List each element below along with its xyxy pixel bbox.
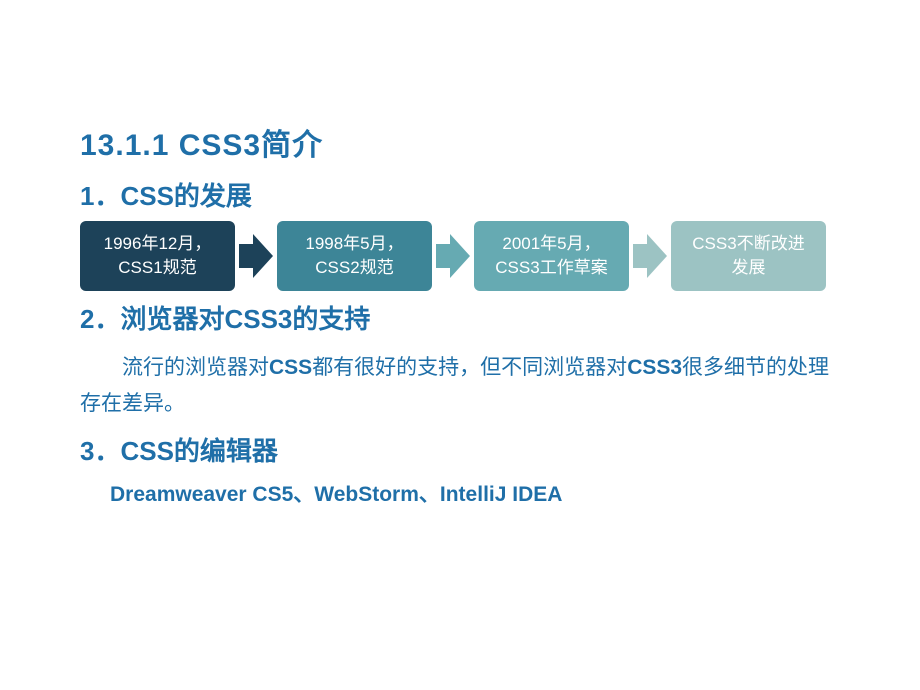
arrow-icon <box>436 234 470 278</box>
flow-box-1-line1: 1996年12月， <box>104 232 212 256</box>
flow-box-2-line2: CSS2规范 <box>315 256 393 280</box>
flow-box-4-line2: 发展 <box>732 256 766 280</box>
flow-box-4: CSS3不断改进 发展 <box>671 221 826 291</box>
body-bold1: CSS <box>269 356 312 379</box>
section2-body: 流行的浏览器对CSS都有很好的支持，但不同浏览器对CSS3很多细节的处理存在差异… <box>80 350 840 421</box>
arrow-icon <box>633 234 667 278</box>
flow-box-1-line2: CSS1规范 <box>118 256 196 280</box>
body-bold2: CSS3 <box>627 356 682 379</box>
section2-heading: 2．浏览器对CSS3的支持 <box>80 299 840 336</box>
flow-box-3-line2: CSS3工作草案 <box>495 256 607 280</box>
flow-box-1: 1996年12月， CSS1规范 <box>80 221 235 291</box>
flow-box-2: 1998年5月， CSS2规范 <box>277 221 432 291</box>
slide-title: 13.1.1 CSS3简介 <box>80 120 840 164</box>
flow-box-3: 2001年5月， CSS3工作草案 <box>474 221 629 291</box>
section3-heading: 3．CSS的编辑器 <box>80 431 840 468</box>
section1-heading: 1．CSS的发展 <box>80 176 840 213</box>
flow-box-4-line1: CSS3不断改进 <box>692 232 804 256</box>
editor-list: Dreamweaver CS5、WebStorm、IntelliJ IDEA <box>110 478 840 508</box>
body-mid: 都有很好的支持，但不同浏览器对 <box>312 356 627 379</box>
timeline-flow: 1996年12月， CSS1规范 1998年5月， CSS2规范 2001年5月… <box>80 221 840 291</box>
arrow-icon <box>239 234 273 278</box>
body-pre: 流行的浏览器对 <box>122 356 269 379</box>
flow-box-3-line1: 2001年5月， <box>502 232 600 256</box>
flow-box-2-line1: 1998年5月， <box>305 232 403 256</box>
